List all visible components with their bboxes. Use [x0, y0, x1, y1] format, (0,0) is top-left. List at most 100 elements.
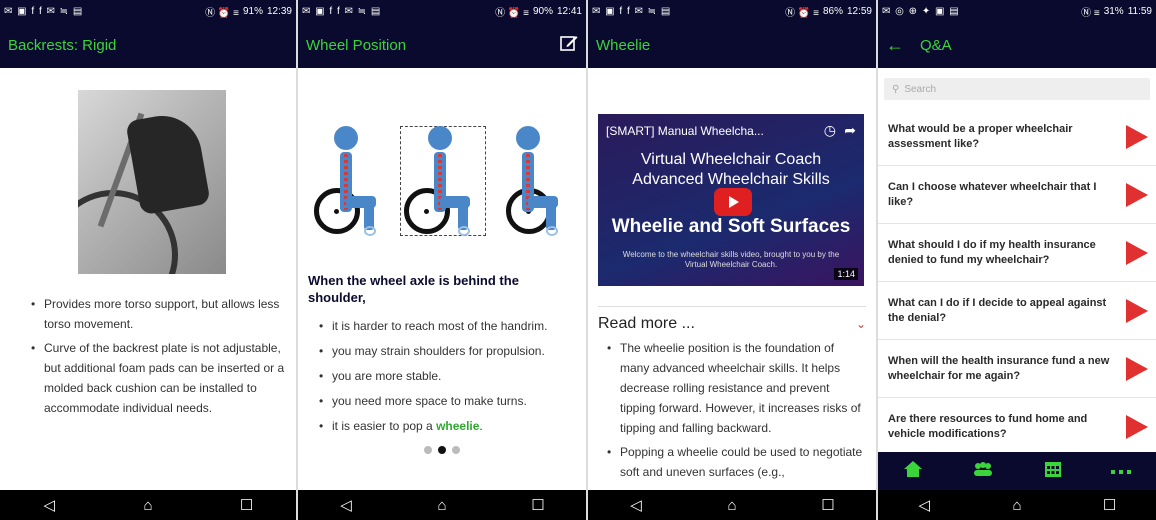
page-dot[interactable] — [424, 446, 432, 454]
page-title: Q&A — [920, 36, 952, 54]
android-nav-bar: ◁ ⌂ ☐ — [298, 490, 586, 520]
home-icon[interactable]: ⌂ — [422, 497, 462, 514]
back-arrow-icon[interactable]: ← — [886, 35, 904, 56]
search-input[interactable]: ⚲ Search — [884, 78, 1150, 100]
question-list: What would be a proper wheelchair assess… — [878, 108, 1156, 452]
list-item[interactable]: When will the health insurance fund a ne… — [878, 340, 1156, 398]
list-item[interactable]: What would be a proper wheelchair assess… — [878, 108, 1156, 166]
video-player[interactable]: [SMART] Manual Wheelcha... ◷ ➦ Virtual W… — [598, 114, 864, 286]
content: ⚲ Search What would be a proper wheelcha… — [878, 68, 1156, 452]
page-indicator[interactable] — [298, 446, 586, 454]
arrow-right-icon[interactable] — [1126, 240, 1148, 265]
back-icon[interactable]: ◁ — [326, 496, 366, 514]
video-line1: Virtual Wheelchair Coach — [640, 151, 822, 168]
bullet-list: it is harder to reach most of the handri… — [316, 316, 580, 436]
list-item: you are more stable. — [316, 366, 580, 386]
bullet-list: Provides more torso support, but allows … — [28, 294, 286, 418]
list-item[interactable]: Are there resources to fund home and veh… — [878, 398, 1156, 452]
recents-icon[interactable]: ☐ — [227, 496, 267, 514]
page-dot[interactable] — [452, 446, 460, 454]
clock: 11:59 — [1127, 5, 1152, 17]
home-icon[interactable] — [903, 460, 923, 483]
arrow-right-icon[interactable] — [1126, 124, 1148, 149]
share-icon[interactable]: ➦ — [844, 122, 856, 139]
status-bar: ✉ ▣ f f ✉ ≒ ▤ Ⓝ ⏰ ≡ 91% 12:39 — [0, 0, 296, 22]
content: [SMART] Manual Wheelcha... ◷ ➦ Virtual W… — [588, 68, 876, 490]
question-text: What should I do if my health insurance … — [888, 238, 1096, 266]
question-text: What can I do if I decide to appeal agai… — [888, 296, 1107, 324]
recents-icon[interactable]: ☐ — [808, 496, 848, 514]
home-icon[interactable]: ⌂ — [712, 497, 752, 514]
arrow-right-icon[interactable] — [1126, 356, 1148, 381]
section-heading: When the wheel axle is behind the should… — [308, 273, 519, 305]
arrow-right-icon[interactable] — [1126, 414, 1148, 439]
content: When the wheel axle is behind the should… — [298, 68, 586, 490]
search-placeholder: Search — [904, 83, 937, 95]
home-icon[interactable]: ⌂ — [997, 497, 1037, 514]
list-item: you may strain shoulders for propulsion. — [316, 341, 580, 361]
arrow-right-icon[interactable] — [1126, 298, 1148, 323]
edit-icon[interactable] — [560, 34, 578, 57]
screen-wheel-position: ✉ ▣ f f ✉ ≒ ▤ Ⓝ ⏰ ≡ 90% 12:41 Wheel Posi… — [298, 0, 586, 520]
recents-icon[interactable]: ☐ — [1090, 496, 1130, 514]
video-caption: Welcome to the wheelchair skills video, … — [622, 250, 840, 269]
back-icon[interactable]: ◁ — [904, 496, 944, 514]
clock: 12:59 — [846, 5, 872, 17]
back-icon[interactable]: ◁ — [29, 496, 69, 514]
list-item: Provides more torso support, but allows … — [28, 294, 286, 334]
group-icon[interactable] — [972, 461, 994, 481]
android-nav-bar: ◁ ⌂ ☐ — [878, 490, 1156, 520]
question-text: Are there resources to fund home and veh… — [888, 412, 1088, 440]
play-button[interactable] — [714, 188, 752, 216]
screen-wheelie: ✉ ▣ f f ✉ ≒ ▤ Ⓝ ⏰ ≡ 86% 12:59 Wheelie [S… — [588, 0, 876, 520]
system-icons: Ⓝ ⏰ ≡ — [785, 7, 819, 19]
battery-level: 86% — [822, 5, 843, 17]
figure-axle-forward — [312, 126, 382, 236]
page-title: Backrests: Rigid — [8, 36, 117, 54]
list-item[interactable]: Can I choose whatever wheelchair that I … — [878, 166, 1156, 224]
question-text: Can I choose whatever wheelchair that I … — [888, 180, 1097, 208]
recents-icon[interactable]: ☐ — [518, 496, 558, 514]
list-item[interactable]: What should I do if my health insurance … — [878, 224, 1156, 282]
clock: 12:39 — [266, 5, 292, 17]
video-big-title: Wheelie and Soft Surfaces — [611, 216, 851, 237]
status-bar: ✉ ▣ f f ✉ ≒ ▤ Ⓝ ⏰ ≡ 86% 12:59 — [588, 0, 876, 22]
clock: 12:41 — [556, 5, 582, 17]
chevron-down-icon[interactable]: ⌄ — [856, 317, 866, 331]
read-more-toggle[interactable]: Read more ... ⌄ — [598, 306, 866, 333]
question-text: What would be a proper wheelchair assess… — [888, 122, 1073, 150]
home-icon[interactable]: ⌂ — [128, 497, 168, 514]
list-item[interactable]: What can I do if I decide to appeal agai… — [878, 282, 1156, 340]
play-icon — [729, 196, 739, 208]
status-bar: ✉ ◎ ⊕ ✦ ▣ ▤ Ⓝ ≡ 31% 11:59 — [878, 0, 1156, 22]
system-icons: Ⓝ ⏰ ≡ — [495, 7, 529, 19]
page-dot-active[interactable] — [438, 446, 446, 454]
bottom-tab-bar — [878, 452, 1156, 490]
figure-axle-behind — [404, 126, 476, 236]
more-icon[interactable] — [1111, 462, 1132, 480]
arrow-right-icon[interactable] — [1126, 182, 1148, 207]
list-item: it is easier to pop a wheelie. — [316, 416, 580, 436]
video-line2: Advanced Wheelchair Skills — [632, 171, 830, 188]
back-icon[interactable]: ◁ — [616, 496, 656, 514]
list-item: it is harder to reach most of the handri… — [316, 316, 580, 336]
clock-icon[interactable]: ◷ — [824, 122, 836, 139]
backrest-photo — [78, 90, 226, 274]
figure-axle-under — [494, 126, 564, 236]
app-bar: ← Q&A — [878, 22, 1156, 68]
bullet-list: The wheelie position is the foundation o… — [604, 338, 866, 482]
wheelie-link[interactable]: wheelie — [436, 419, 479, 433]
video-duration: 1:14 — [834, 268, 858, 280]
video-channel-title: [SMART] Manual Wheelcha... — [606, 124, 764, 138]
battery-level: 31% — [1103, 5, 1124, 17]
list-item: Popping a wheelie could be used to negot… — [604, 442, 866, 482]
android-nav-bar: ◁ ⌂ ☐ — [0, 490, 296, 520]
question-text: When will the health insurance fund a ne… — [888, 354, 1110, 382]
battery-level: 90% — [532, 5, 553, 17]
notification-icons: ✉ ▣ f f ✉ ≒ ▤ — [4, 5, 84, 17]
read-more-label: Read more ... — [598, 315, 695, 332]
content: Provides more torso support, but allows … — [0, 68, 296, 490]
notification-icons: ✉ ▣ f f ✉ ≒ ▤ — [302, 5, 382, 17]
calendar-icon[interactable] — [1044, 460, 1062, 483]
screen-qa: ✉ ◎ ⊕ ✦ ▣ ▤ Ⓝ ≡ 31% 11:59 ← Q&A ⚲ Search… — [878, 0, 1156, 520]
